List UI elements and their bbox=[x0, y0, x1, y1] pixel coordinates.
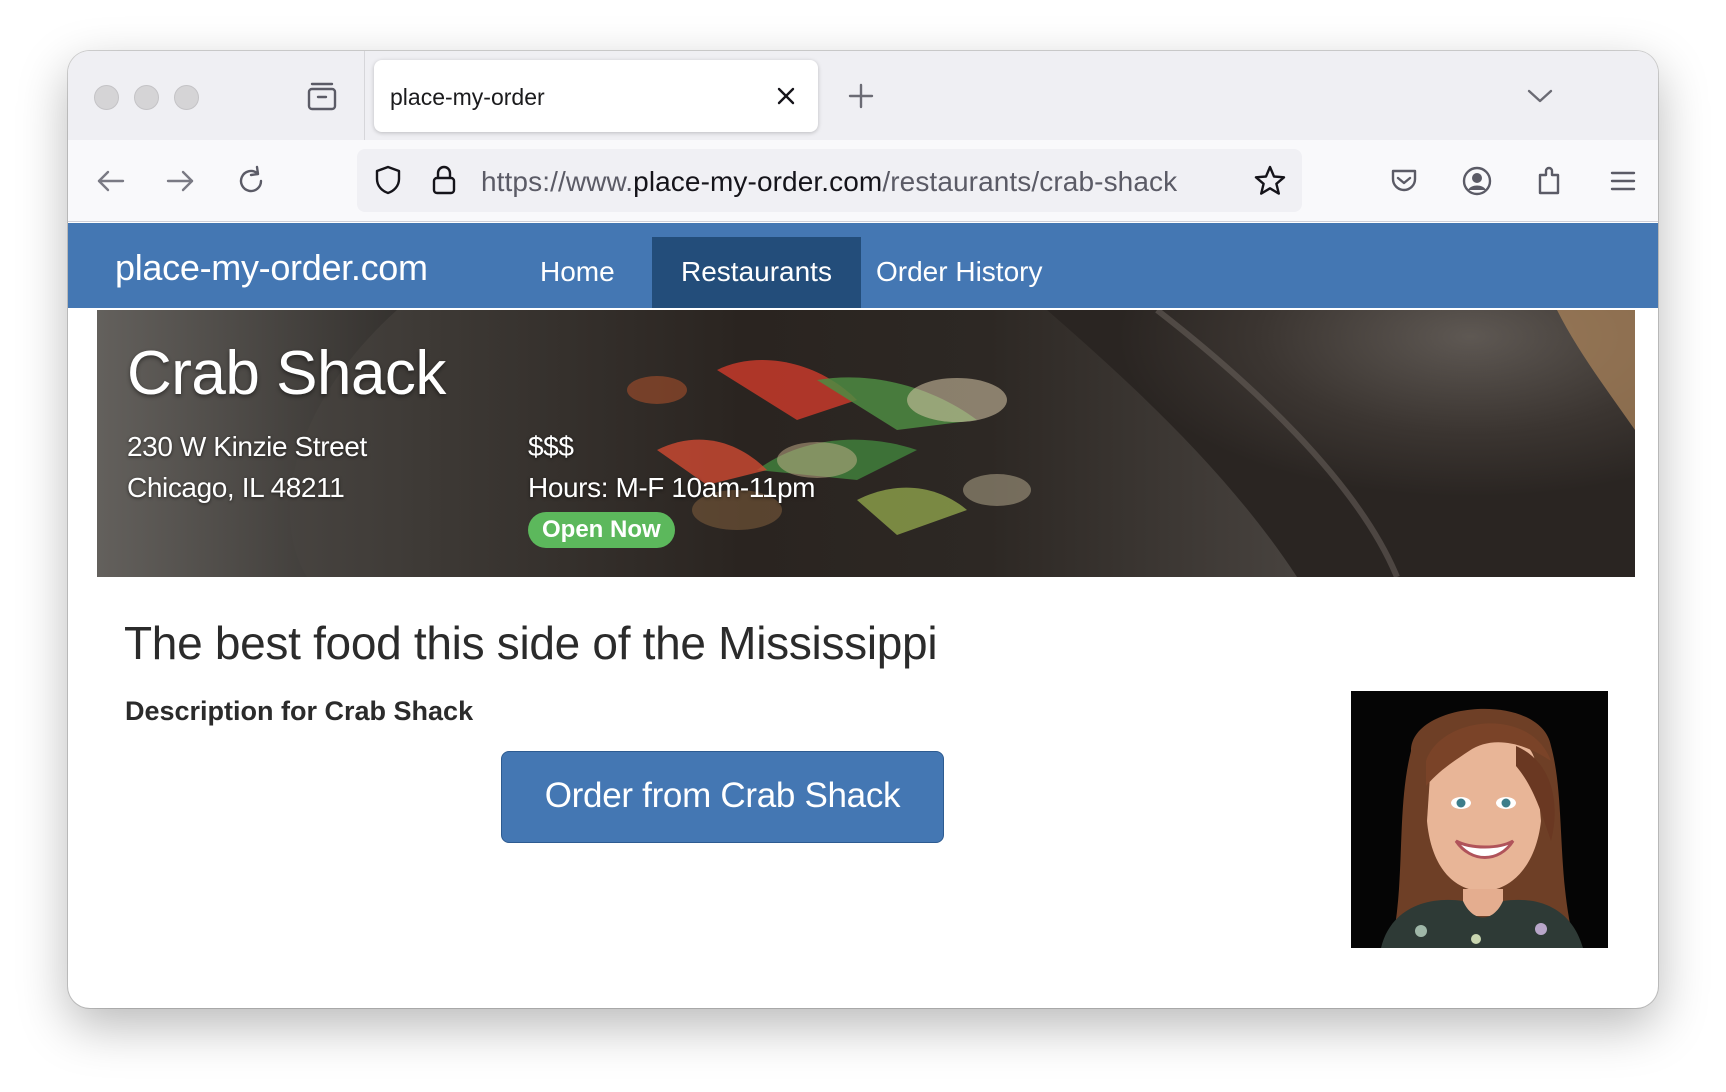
close-window-button[interactable] bbox=[94, 85, 119, 110]
price-range: $$$ bbox=[528, 431, 574, 462]
address-line-1: 230 W Kinzie Street bbox=[127, 431, 367, 462]
url-domain: place-my-order.com bbox=[633, 166, 883, 197]
account-icon[interactable] bbox=[1459, 163, 1495, 199]
extensions-icon[interactable] bbox=[1532, 163, 1568, 199]
shield-icon[interactable] bbox=[371, 163, 405, 197]
reload-icon[interactable] bbox=[233, 163, 269, 199]
minimize-window-button[interactable] bbox=[134, 85, 159, 110]
chevron-down-icon[interactable] bbox=[1524, 80, 1556, 112]
site-brand[interactable]: place-my-order.com bbox=[115, 247, 428, 289]
pocket-icon[interactable] bbox=[1386, 163, 1422, 199]
restaurant-name: Crab Shack bbox=[127, 339, 446, 408]
nav-item-home[interactable]: Home bbox=[511, 237, 644, 308]
tab-active[interactable]: place-my-order bbox=[374, 60, 818, 132]
tab-strip: place-my-order bbox=[68, 51, 1658, 140]
close-icon[interactable] bbox=[772, 82, 800, 110]
tab-title: place-my-order bbox=[390, 84, 545, 110]
restaurant-tagline: The best food this side of the Mississip… bbox=[124, 617, 938, 669]
navigation-toolbar: https://www.place-my-order.com/restauran… bbox=[68, 140, 1658, 222]
url-bar[interactable]: https://www.place-my-order.com/restauran… bbox=[357, 149, 1302, 212]
forward-icon[interactable] bbox=[162, 163, 198, 199]
nav-item-restaurants[interactable]: Restaurants bbox=[652, 237, 861, 308]
zoom-window-button[interactable] bbox=[174, 85, 199, 110]
tab-strip-divider bbox=[364, 51, 365, 140]
nav-item-order-history[interactable]: Order History bbox=[847, 237, 1071, 308]
opening-hours: Hours: M-F 10am-11pm bbox=[528, 472, 816, 503]
address-line-2: Chicago, IL 48211 bbox=[127, 472, 345, 503]
back-icon[interactable] bbox=[93, 163, 129, 199]
site-navbar: place-my-order.com Home Restaurants Orde… bbox=[68, 223, 1658, 308]
menu-icon[interactable] bbox=[1605, 163, 1641, 199]
browser-window: place-my-order https://www.place-my-orde… bbox=[68, 51, 1658, 1008]
open-status-badge: Open Now bbox=[528, 512, 675, 548]
url-prefix: https://www. bbox=[481, 166, 634, 197]
url-path: /restaurants/crab-shack bbox=[882, 166, 1178, 197]
restaurant-hero-banner: Crab Shack 230 W Kinzie Street Chicago, … bbox=[97, 310, 1635, 577]
order-button[interactable]: Order from Crab Shack bbox=[501, 751, 944, 843]
restaurant-description: Description for Crab Shack bbox=[125, 696, 474, 726]
bookmark-star-icon[interactable] bbox=[1252, 163, 1288, 199]
url-text[interactable]: https://www.place-my-order.com/restauran… bbox=[481, 166, 1177, 198]
owner-photo bbox=[1351, 691, 1608, 948]
plus-icon[interactable] bbox=[845, 80, 877, 112]
portrait-image bbox=[1351, 691, 1608, 948]
lock-icon[interactable] bbox=[427, 163, 461, 197]
tab-overview-icon[interactable] bbox=[304, 79, 340, 115]
